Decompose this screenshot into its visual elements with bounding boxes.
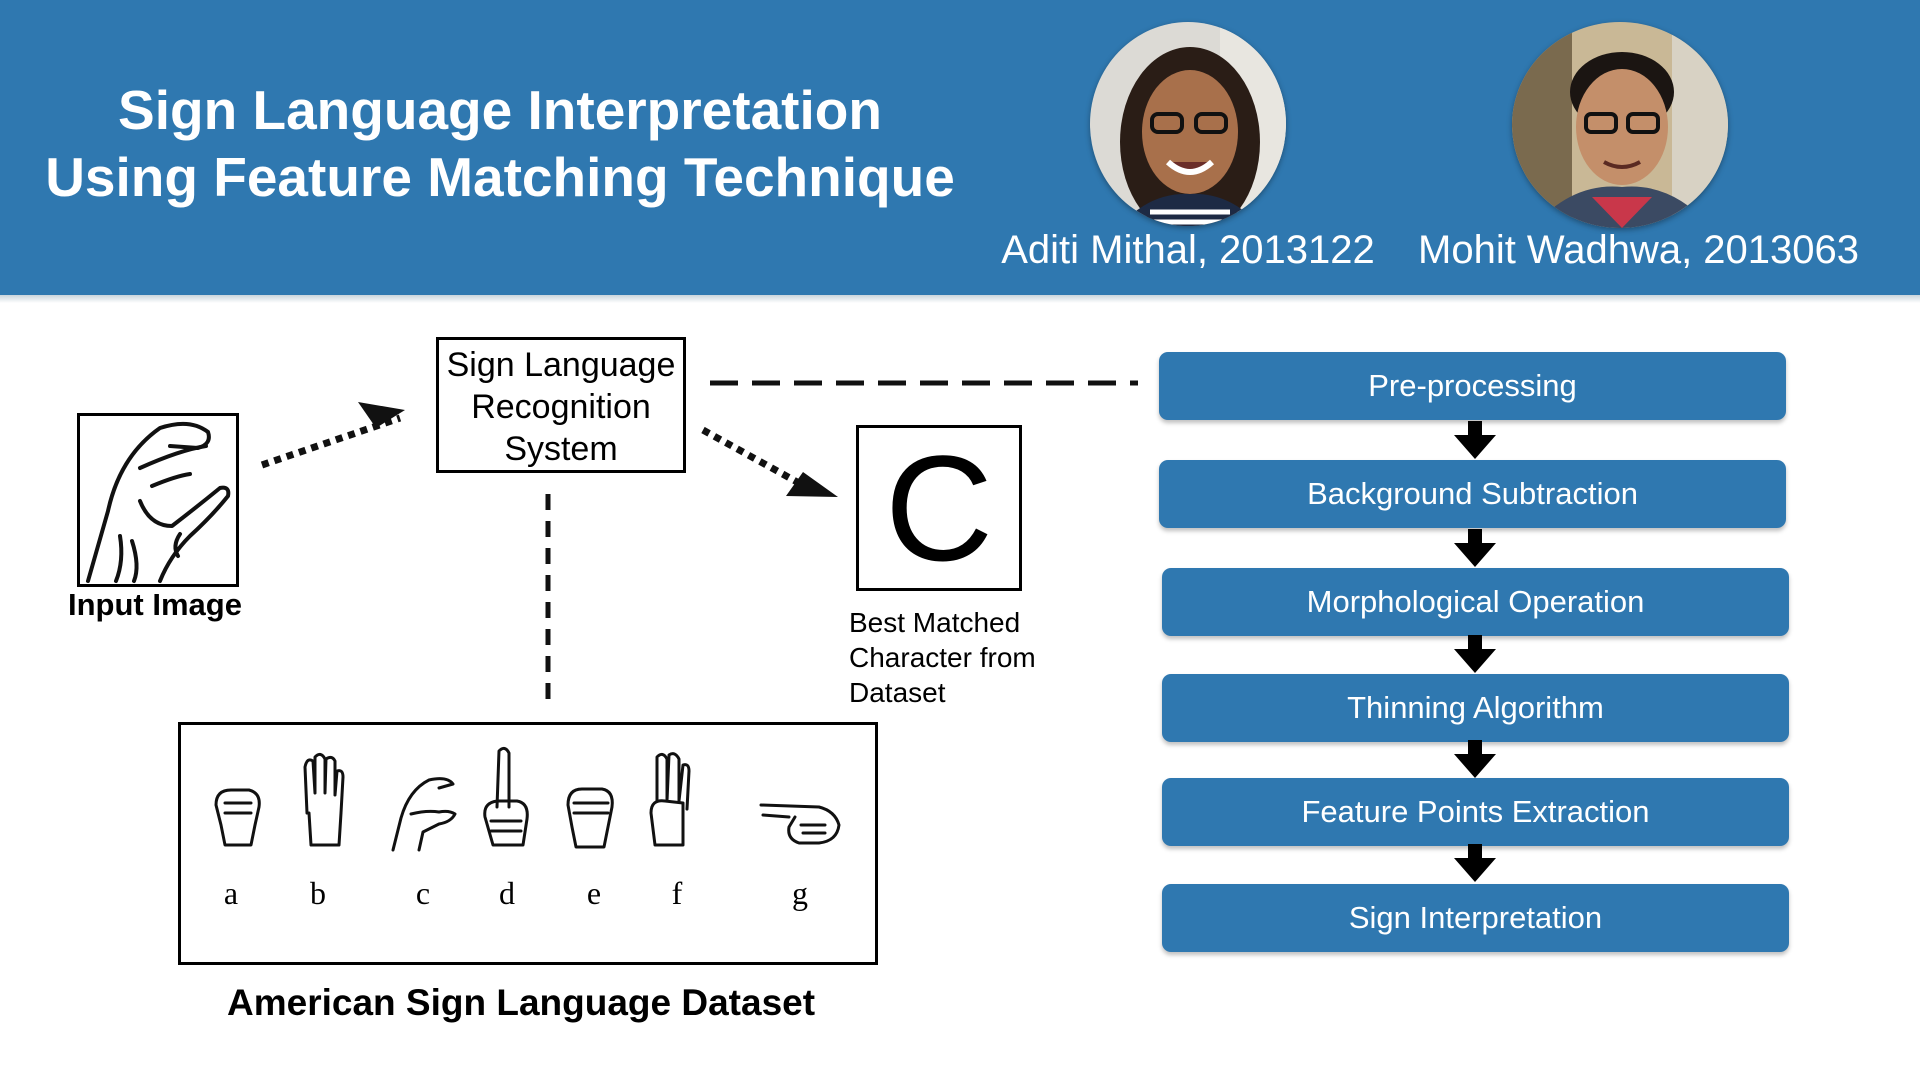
system-to-output-arrowhead [786,472,838,497]
dataset-hands [214,746,841,852]
hand-g-icon [759,803,841,845]
hand-b-icon [303,752,345,847]
input-to-system-arrowhead [358,402,405,428]
hand-d-icon [483,746,529,847]
dataset-letter-f: f [671,875,683,911]
dataset-letter-c: c [415,875,431,911]
dataset-letter-g: g [792,875,808,911]
dataset-letter-e: e [586,875,602,911]
pipeline-arrow-4 [1454,740,1496,778]
dataset-label: American Sign Language Dataset [227,982,816,1023]
pipeline-arrow-1 [1454,421,1496,459]
hand-f-icon [649,752,691,847]
hand-e-icon [566,787,614,849]
system-to-output-arrow [701,426,810,492]
hand-a-icon [214,788,261,847]
pipeline-step-1: Pre-processing [1159,352,1786,420]
hand-c-icon [391,777,457,852]
pipeline-arrows [1454,421,1496,882]
dataset-letter-d: d [499,875,515,911]
dataset-letter-a: a [223,875,239,911]
pipeline-arrow-3 [1454,635,1496,673]
dataset-frame: a b c d e f g [178,722,878,965]
slide: Sign Language Interpretation Using Featu… [0,0,1920,1080]
pipeline-arrow-5 [1454,844,1496,882]
pipeline-arrow-2 [1454,529,1496,567]
dataset-letter-b: b [310,875,326,911]
